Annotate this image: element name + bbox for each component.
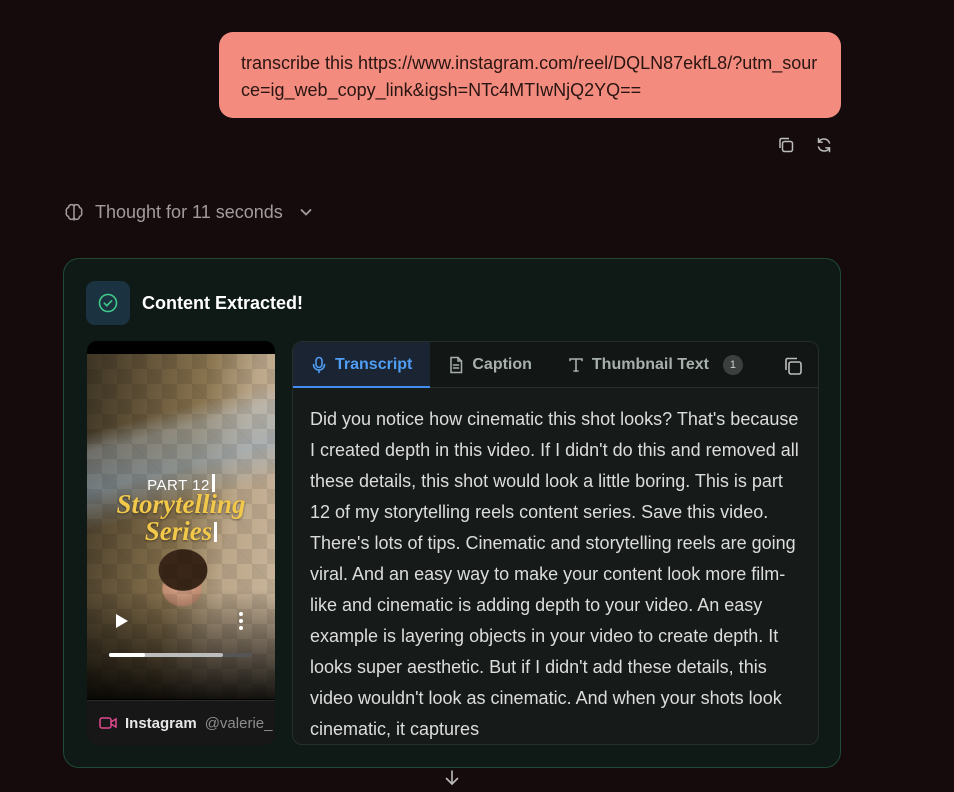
video-progress-fill <box>109 653 145 657</box>
tab-thumbnail-text[interactable]: Thumbnail Text 1 <box>550 342 761 387</box>
tab-transcript[interactable]: Transcript <box>293 342 431 388</box>
chat-page: transcribe this https://www.instagram.co… <box>0 0 954 792</box>
extracted-text-panel: Transcript Caption Thumbnail Text 1 Did … <box>292 341 819 745</box>
tab-caption-label: Caption <box>472 355 532 373</box>
video-overlay-line-2: Series <box>87 518 275 545</box>
more-vertical-icon[interactable] <box>233 610 249 632</box>
video-overlay-title: Storytelling Series <box>87 491 275 545</box>
copy-icon[interactable] <box>776 135 796 155</box>
tab-caption[interactable]: Caption <box>430 342 550 387</box>
content-tabs: Transcript Caption Thumbnail Text 1 <box>293 342 818 388</box>
video-overlay-line-1: Storytelling <box>116 489 246 519</box>
user-message-text: transcribe this https://www.instagram.co… <box>241 53 818 100</box>
arrow-down-icon[interactable] <box>443 769 461 787</box>
thought-toggle[interactable]: Thought for 11 seconds <box>63 201 313 223</box>
user-message-bubble: transcribe this https://www.instagram.co… <box>219 32 841 118</box>
video-preview[interactable]: PART 12 Storytelling Series Instagram @v <box>87 341 275 745</box>
thought-label: Thought for 11 seconds <box>95 201 283 222</box>
video-source-label: Instagram <box>125 714 197 732</box>
video-progress-bar[interactable] <box>109 653 252 657</box>
content-extracted-card: Content Extracted! PART 12 Storytelling … <box>63 258 841 768</box>
video-handle: @valerie_ <box>204 714 273 732</box>
refresh-icon[interactable] <box>814 135 834 155</box>
tab-thumbnail-text-label: Thumbnail Text <box>591 355 709 373</box>
chevron-down-icon <box>299 205 313 219</box>
copy-icon[interactable] <box>782 355 804 377</box>
tab-transcript-label: Transcript <box>335 355 413 373</box>
video-source-bar: Instagram @valerie_ <box>87 700 275 745</box>
card-header: Content Extracted! <box>86 281 303 325</box>
thumbnail-text-count-badge: 1 <box>722 354 743 375</box>
play-icon[interactable] <box>111 611 131 631</box>
transcript-text: Did you notice how cinematic this shot l… <box>310 409 799 739</box>
text-icon <box>568 357 584 373</box>
message-actions <box>776 135 834 155</box>
document-icon <box>448 356 464 374</box>
brain-icon <box>63 201 85 223</box>
card-title: Content Extracted! <box>142 292 304 313</box>
microphone-icon <box>311 356 327 374</box>
check-circle-icon <box>86 281 130 325</box>
video-camera-icon <box>99 716 117 730</box>
